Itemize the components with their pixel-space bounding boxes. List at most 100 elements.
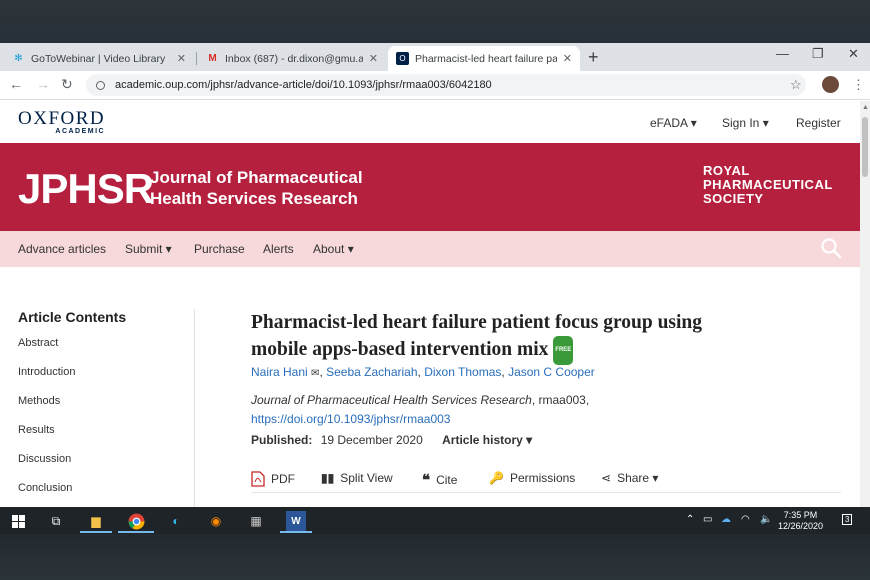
oup-icon: O [396,52,409,65]
bookmark-star-icon[interactable]: ☆ [790,77,802,93]
doi-link[interactable]: https://doi.org/10.1093/jphsr/rmaa003 [251,412,450,426]
society-logo[interactable]: ROYAL PHARMACEUTICAL SOCIETY [703,164,833,206]
tab-article[interactable]: O Pharmacist-led heart failure patie ✕ [388,46,580,71]
share-button[interactable]: ⋖ Share ▾ [601,471,658,485]
minimize-button[interactable]: — [776,46,789,61]
share-icon: ⋖ [601,471,612,485]
task-view-icon[interactable]: ⧉ [46,511,66,531]
onedrive-cloud-icon[interactable]: ☁ [721,514,731,525]
journal-nav: Advance articles Submit ▾ Purchase Alert… [0,231,860,267]
share-label: Share ▾ [617,471,659,485]
scroll-thumb[interactable] [862,117,868,177]
monitor-bezel-top [0,0,870,43]
gmail-icon: M [208,53,217,64]
tab-title: Inbox (687) - dr.dixon@gmu.ac.ae [225,52,363,65]
nav-about[interactable]: About ▾ [313,242,354,256]
sidebar-divider [194,309,195,534]
active-indicator [118,531,154,533]
close-icon[interactable]: ✕ [563,52,572,65]
pdf-button[interactable]: PDF [251,471,295,487]
window-close-button[interactable]: ✕ [848,46,859,62]
oxford-academic-logo[interactable]: OXFORD ACADEMIC [18,108,105,135]
permissions-button[interactable]: 🔑 Permissions [489,471,575,485]
maximize-button[interactable]: ❐ [812,46,824,62]
word-icon[interactable]: W [286,511,306,531]
system-clock[interactable]: 7:35 PM 12/26/2020 [778,510,823,532]
author-link[interactable]: Jason C Cooper [508,365,595,379]
cite-button[interactable]: ❝ Cite [422,471,457,489]
forward-button[interactable]: → [36,76,50,92]
tab-title: Pharmacist-led heart failure patie [415,52,557,65]
sidebar-item-discussion[interactable]: Discussion [18,453,126,482]
article-contents-sidebar: Article Contents Abstract Introduction M… [18,309,126,511]
published-label: Published: [251,433,313,447]
nav-alerts[interactable]: Alerts [263,242,294,256]
monitor-bezel-bottom [0,534,870,580]
sidebar-item-results[interactable]: Results [18,424,126,453]
close-icon[interactable]: ✕ [369,52,378,65]
tab-gotowebinar[interactable]: ✻ GoToWebinar | Video Library ✕ [4,46,194,71]
cite-label: Cite [436,473,458,487]
citation: Journal of Pharmaceutical Health Service… [251,393,589,407]
efada-link[interactable]: eFADA ▾ [650,116,697,130]
nav-submit[interactable]: Submit ▾ [125,242,172,256]
sidebar-item-abstract[interactable]: Abstract [18,337,126,366]
author-link[interactable]: Seeba Zachariah [326,365,417,379]
show-hidden-icons-icon[interactable]: ⌃ [686,514,694,525]
author-link[interactable]: Naira Hani [251,365,308,379]
windows-start-icon[interactable] [8,511,28,531]
profile-avatar[interactable] [822,76,839,93]
reload-button[interactable]: ↻ [61,76,73,93]
clock-date: 12/26/2020 [778,521,824,531]
article-title: Pharmacist-led heart failure patient foc… [251,309,811,366]
new-tab-button[interactable]: + [588,47,599,68]
pdf-label: PDF [271,472,295,486]
active-indicator [280,531,312,533]
nav-advance-articles[interactable]: Advance articles [18,242,106,256]
chrome-icon[interactable] [126,511,146,531]
key-icon: 🔑 [489,471,504,485]
author-link[interactable]: Dixon Thomas [424,365,501,379]
article-tools: PDF ▮▮ Split View ❝ Cite 🔑 Permissions ⋖… [251,469,841,493]
volume-icon[interactable]: 🔈 [760,514,772,525]
address-bar[interactable]: academic.oup.com/jphsr/advance-article/d… [86,74,806,96]
firefox-icon[interactable]: ◉ [206,511,226,531]
wifi-icon[interactable]: ◠ [741,514,750,525]
calculator-icon[interactable]: ▦ [246,511,266,531]
sidebar-item-methods[interactable]: Methods [18,395,126,424]
edge-icon[interactable]: ◐ [166,511,186,531]
search-icon[interactable] [820,237,842,259]
citation-id: , rmaa003, [531,393,590,407]
split-view-icon: ▮▮ [321,471,335,485]
menu-kebab-icon[interactable]: ⋮ [852,77,865,93]
journal-name-line2: Health Services Research [150,189,358,208]
split-view-label: Split View [340,471,393,485]
battery-icon[interactable]: ▭ [703,514,712,525]
quote-icon: ❝ [422,472,431,489]
gotowebinar-icon: ✻ [14,53,23,64]
permissions-label: Permissions [509,471,576,485]
author-separator: , [417,365,421,379]
tab-separator [196,52,197,65]
author-separator: , [501,365,505,379]
screen: ✻ GoToWebinar | Video Library ✕ M Inbox … [0,43,870,534]
url-text: academic.oup.com/jphsr/advance-article/d… [115,79,492,91]
sidebar-item-introduction[interactable]: Introduction [18,366,126,395]
scroll-up-icon[interactable]: ▲ [862,104,869,111]
browser-toolbar: ← → ↻ academic.oup.com/jphsr/advance-art… [0,71,870,100]
journal-abbrev[interactable]: JPHSR [18,165,154,213]
article-history-toggle[interactable]: Article history ▾ [442,433,532,447]
page-scrollbar[interactable]: ▲ ▼ [860,101,870,534]
tab-gmail[interactable]: M Inbox (687) - dr.dixon@gmu.ac.ae ✕ [198,46,386,71]
notifications-icon[interactable]: 3 [842,514,853,525]
file-explorer-icon[interactable]: ▆ [86,511,106,531]
sign-in-link[interactable]: Sign In ▾ [722,116,769,130]
register-link[interactable]: Register [796,116,841,130]
close-icon[interactable]: ✕ [177,52,186,65]
back-button[interactable]: ← [9,76,23,92]
citation-journal: Journal of Pharmaceutical Health Service… [251,393,532,407]
journal-name: Journal of Pharmaceutical Health Service… [150,167,363,209]
society-line2: PHARMACEUTICAL [703,177,833,192]
split-view-button[interactable]: ▮▮ Split View [321,471,393,485]
nav-purchase[interactable]: Purchase [194,242,245,256]
